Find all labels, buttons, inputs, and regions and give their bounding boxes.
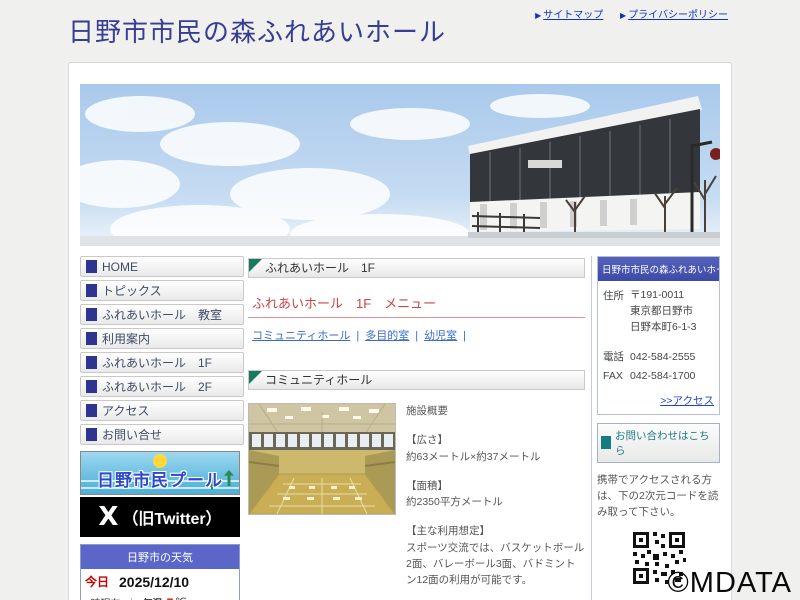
arrow-icon: ▶	[535, 11, 542, 20]
left-sidebar: HOME トピックス ふれあいホール 教室 利用案内 ふれあいホール 1F ふれ…	[80, 256, 244, 600]
sidebar-item-hall-classes[interactable]: ふれあいホール 教室	[80, 304, 244, 325]
bullet-icon	[86, 284, 97, 297]
corner-triangle-icon	[249, 259, 262, 272]
fax-row: FAX 042-584-1700	[603, 368, 714, 385]
sidebar-item-access[interactable]: アクセス	[80, 400, 244, 421]
sidebar-item-home[interactable]: HOME	[80, 256, 244, 277]
room-links: コミュニティホール | 多目的室 | 幼児室 |	[252, 330, 466, 342]
pool-banner-label: 日野市民プール	[97, 471, 223, 490]
weather-date: 2025/12/10	[119, 573, 190, 590]
corner-triangle-icon	[249, 371, 262, 384]
x-banner-label: （旧Twitter）	[122, 511, 222, 528]
building-photo-illustration	[80, 84, 720, 246]
sitemap-link[interactable]: ▶ サイトマップ	[535, 10, 603, 21]
usage-block: 【主な利用想定】 スポーツ交流では、バスケットボール2面、バレーボール3面、バド…	[406, 525, 585, 587]
multipurpose-room-link[interactable]: 多目的室	[365, 330, 409, 342]
content-wrapper: HOME トピックス ふれあいホール 教室 利用案内 ふれあいホール 1F ふれ…	[68, 62, 732, 600]
weather-time: 4時現在	[85, 595, 121, 600]
address-value: 〒191-0011 東京都日野市 日野本町6-1-3	[630, 289, 697, 333]
weather-today-label: 今日	[85, 575, 110, 589]
mobile-qr-note: 携帯でアクセスされる方は、下の2次元コードを読み取って下さい。	[597, 473, 719, 519]
bullet-icon	[86, 356, 97, 369]
x-twitter-banner-link[interactable]: X （旧Twitter）	[80, 497, 240, 537]
bullet-icon	[86, 428, 97, 441]
bullet-icon	[86, 260, 97, 273]
sidebar-item-hall-1f[interactable]: ふれあいホール 1F	[80, 352, 244, 373]
sidebar-item-usage-guide[interactable]: 利用案内	[80, 328, 244, 349]
right-sidebar: 日野市市民の森ふれあいホール 住所 〒191-0011 東京都日野市 日野本町6…	[591, 256, 720, 600]
x-logo-icon: X	[98, 502, 119, 532]
pool-banner-link[interactable]: 日野市民プール	[80, 451, 240, 495]
section-header-community-hall: コミュニティホール	[248, 370, 585, 390]
bullet-icon	[86, 404, 97, 417]
bullet-icon	[86, 332, 97, 345]
info-panel-title: 日野市市民の森ふれあいホール	[598, 257, 719, 281]
overview-label: 施設概要	[406, 405, 448, 417]
weather-temp-value: 7	[167, 596, 174, 600]
hall-1f-menu-title: ふれあいホール 1F メニュー	[248, 293, 585, 318]
sidebar-item-hall-2f[interactable]: ふれあいホール 2F	[80, 376, 244, 397]
bullet-icon	[601, 436, 611, 450]
size-block: 【広さ】 約63メートル×約37メートル	[406, 434, 541, 463]
top-utility-links: ▶ サイトマップ ▶ プライバシーポリシー	[521, 6, 728, 21]
page-title: 日野市市民の森ふれあいホール	[68, 17, 447, 47]
tel-row: 電話 042-584-2555	[603, 349, 714, 366]
weather-widget: 日野市の天気 今日 2025/12/10 4時現在 ｜ 気温 7 ℃	[80, 544, 240, 600]
contact-button[interactable]: お問い合わせはこちら	[597, 422, 720, 463]
access-link[interactable]: >>アクセス	[660, 395, 714, 407]
gymnasium-photo	[248, 403, 396, 515]
privacy-policy-link[interactable]: ▶ プライバシーポリシー	[620, 10, 728, 21]
main-content: ふれあいホール 1F ふれあいホール 1F メニュー コミュニティホール | 多目的…	[248, 256, 585, 600]
weather-temp-label: 気温	[143, 595, 163, 600]
area-block: 【面積】 約2350平方メートル	[406, 479, 503, 509]
sidebar-item-topics[interactable]: トピックス	[80, 280, 244, 301]
facility-info-panel: 日野市市民の森ふれあいホール 住所 〒191-0011 東京都日野市 日野本町6…	[597, 256, 720, 415]
tel-number: 042-584-2555	[630, 351, 696, 364]
watermark: ©MDATA	[667, 567, 792, 599]
arrow-icon: ▶	[620, 11, 627, 20]
address-row: 住所 〒191-0011 東京都日野市 日野本町6-1-3	[603, 288, 714, 335]
bullet-icon	[86, 308, 97, 321]
facility-description: 施設概要 【広さ】 約63メートル×約37メートル 【面積】 約2350平方メー…	[406, 403, 585, 600]
weather-title: 日野市の天気	[81, 545, 239, 569]
section-header-hall-1f: ふれあいホール 1F	[248, 258, 585, 278]
community-hall-link[interactable]: コミュニティホール	[252, 330, 350, 342]
hero-banner-photo	[80, 84, 720, 246]
fax-number: 042-584-1700	[630, 370, 696, 383]
infant-room-link[interactable]: 幼児室	[424, 330, 457, 342]
sidebar-item-contact[interactable]: お問い合せ	[80, 424, 244, 445]
bullet-icon	[86, 380, 97, 393]
